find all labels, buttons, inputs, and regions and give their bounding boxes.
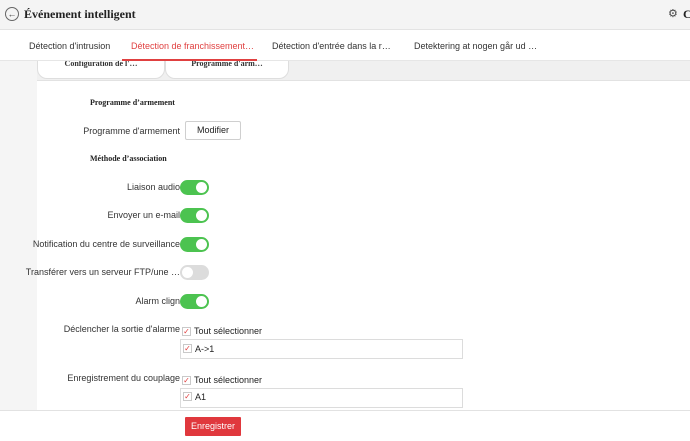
tab-line-crossing-detection[interactable]: Détection de franchissement… [131,41,254,51]
subtab-arming-schedule[interactable]: Programme d'arm… [165,61,289,79]
app-header: ← Événement intelligent ⚙ C [0,0,690,30]
back-arrow-icon[interactable]: ← [5,7,19,21]
tab-region-exiting-detection[interactable]: Detektering at nogen går ud … [414,41,537,51]
footer-bar [0,410,690,441]
ftp-upload-toggle[interactable] [180,265,209,280]
arming-schedule-label: Programme d'armement [83,126,180,136]
audio-linkage-label: Liaison audio [126,182,180,192]
send-email-toggle[interactable] [180,208,209,223]
save-button[interactable]: Enregistrer [185,417,241,436]
recording-channel-list [180,388,463,408]
alarm-output-item-label[interactable]: A->1 [195,344,214,354]
notify-center-label: Notification du centre de surveillance [32,239,180,249]
recording-select-all-checkbox[interactable]: ✓ [182,376,191,385]
tab-region-entrance-detection[interactable]: Détection d'entrée dans la r… [272,41,391,51]
linkage-section-title: Méthode d’association [90,154,167,163]
audio-linkage-toggle[interactable] [180,180,209,195]
alarm-flash-toggle[interactable] [180,294,209,309]
event-tabs: Détection d'intrusion Détection de franc… [0,30,690,61]
alarm-output-select-all-label[interactable]: Tout sélectionner [194,326,262,336]
left-gutter [0,61,37,410]
toggle-knob [196,210,207,221]
toggle-knob [196,239,207,250]
alarm-flash-label: Alarm clign [135,296,180,306]
sub-tabs: Configuration de l'… Programme d'arm… [37,61,690,81]
tab-intrusion-detection[interactable]: Détection d'intrusion [29,41,110,51]
modify-schedule-button[interactable]: Modifier [185,121,241,140]
toggle-knob [196,296,207,307]
notify-center-toggle[interactable] [180,237,209,252]
alarm-output-select-all-checkbox[interactable]: ✓ [182,327,191,336]
recording-item-checkbox[interactable]: ✓ [183,392,192,401]
alarm-output-list [180,339,463,359]
page-title: Événement intelligent [24,7,136,21]
recording-select-all-label[interactable]: Tout sélectionner [194,375,262,385]
arming-section-title: Programme d’armement [90,98,175,107]
subtab-configuration[interactable]: Configuration de l'… [37,61,165,79]
alarm-output-item-checkbox[interactable]: ✓ [183,344,192,353]
linked-recording-label: Enregistrement du couplage [67,373,180,383]
toggle-knob [196,182,207,193]
settings-label[interactable]: C [683,7,690,22]
ftp-upload-label: Transférer vers un serveur FTP/une … [25,267,180,277]
send-email-label: Envoyer un e-mail [107,210,180,220]
alarm-output-label: Déclencher la sortie d'alarme [63,324,180,334]
gear-icon[interactable]: ⚙ [668,7,678,20]
toggle-knob [182,267,193,278]
recording-item-label[interactable]: A1 [195,392,206,402]
